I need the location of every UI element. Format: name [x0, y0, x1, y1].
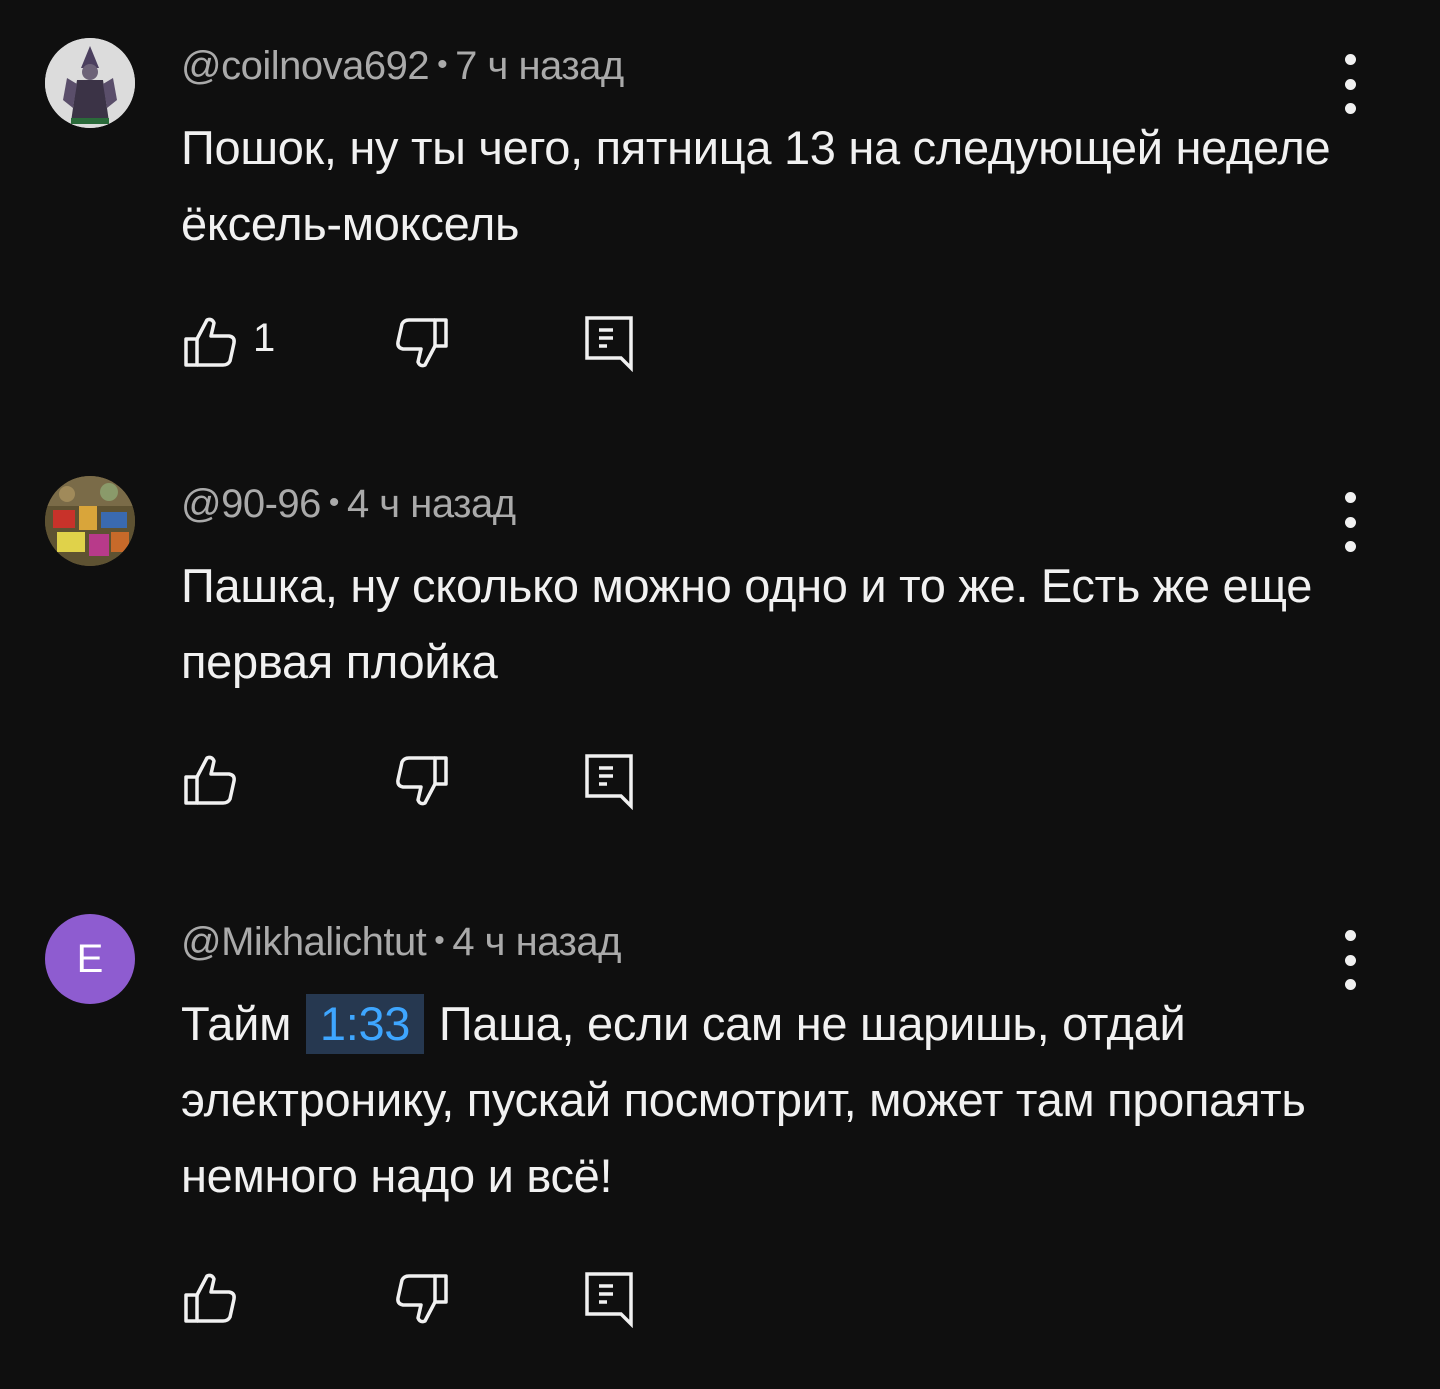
reply-button[interactable]: [579, 1268, 639, 1333]
more-vert-icon[interactable]: [1330, 930, 1370, 990]
like-button[interactable]: [181, 750, 241, 815]
comment-text: Пашка, ну сколько можно одно и то же. Ес…: [181, 559, 1313, 688]
thumb-up-icon: [184, 755, 236, 805]
more-vert-icon[interactable]: [1330, 54, 1370, 114]
comment-item: @coilnova692 • 7 ч назад Пошок, ну ты чего…: [0, 0, 1440, 430]
comment-item: @90-96 • 4 ч назад Пашка, ну сколько можно…: [0, 438, 1440, 868]
author-handle[interactable]: @coilnova692: [181, 44, 430, 88]
meta-separator: •: [437, 48, 448, 81]
author-handle[interactable]: @Mikhalichtut: [181, 920, 427, 964]
comment-actions: [181, 750, 661, 811]
dislike-button[interactable]: [391, 750, 451, 815]
comment-actions: 1: [181, 312, 661, 373]
comment-meta: @Mikhalichtut • 4 ч назад: [181, 920, 621, 965]
dislike-button[interactable]: [391, 1268, 451, 1333]
like-button[interactable]: [181, 312, 241, 377]
comment-text-before: Тайм: [181, 997, 292, 1050]
avatar-letter: E: [76, 936, 104, 981]
avatar[interactable]: [45, 476, 135, 566]
comment-time[interactable]: 4 ч назад: [452, 920, 621, 964]
like-button[interactable]: [181, 1268, 241, 1333]
more-vert-icon[interactable]: [1330, 492, 1370, 552]
comment-text: Пошок, ну ты чего, пятница 13 на следующ…: [181, 121, 1331, 250]
timestamp-link[interactable]: 1:33: [305, 994, 425, 1054]
like-count: 1: [253, 316, 276, 360]
avatar[interactable]: [45, 38, 135, 128]
dislike-button[interactable]: [391, 312, 451, 377]
reply-comment-icon: [585, 1272, 633, 1329]
meta-separator: •: [434, 924, 445, 957]
avatar[interactable]: E: [45, 914, 135, 1004]
comment-actions: [181, 1268, 661, 1329]
thumb-down-icon: [396, 1274, 448, 1324]
reply-comment-icon: [585, 754, 633, 811]
comment-text: Тайм 1:33 Паша, если сам не шаришь, отда…: [181, 986, 1341, 1214]
reply-button[interactable]: [579, 750, 639, 815]
comment-meta: @90-96 • 4 ч назад: [181, 482, 516, 527]
meta-separator: •: [328, 486, 340, 519]
comment-meta: @coilnova692 • 7 ч назад: [181, 44, 624, 89]
author-handle[interactable]: @90-96: [181, 482, 321, 526]
reply-comment-icon: [585, 316, 633, 373]
thumb-down-icon: [396, 756, 448, 806]
comment-time[interactable]: 7 ч назад: [455, 44, 624, 88]
thumb-up-icon: [184, 317, 236, 367]
reply-button[interactable]: [579, 312, 639, 377]
thumb-up-icon: [184, 1273, 236, 1323]
thumb-down-icon: [396, 318, 448, 368]
comment-item: E @Mikhalichtut • 4 ч назад Тайм 1:33 Паша…: [0, 876, 1440, 1389]
comment-time[interactable]: 4 ч назад: [347, 482, 516, 526]
